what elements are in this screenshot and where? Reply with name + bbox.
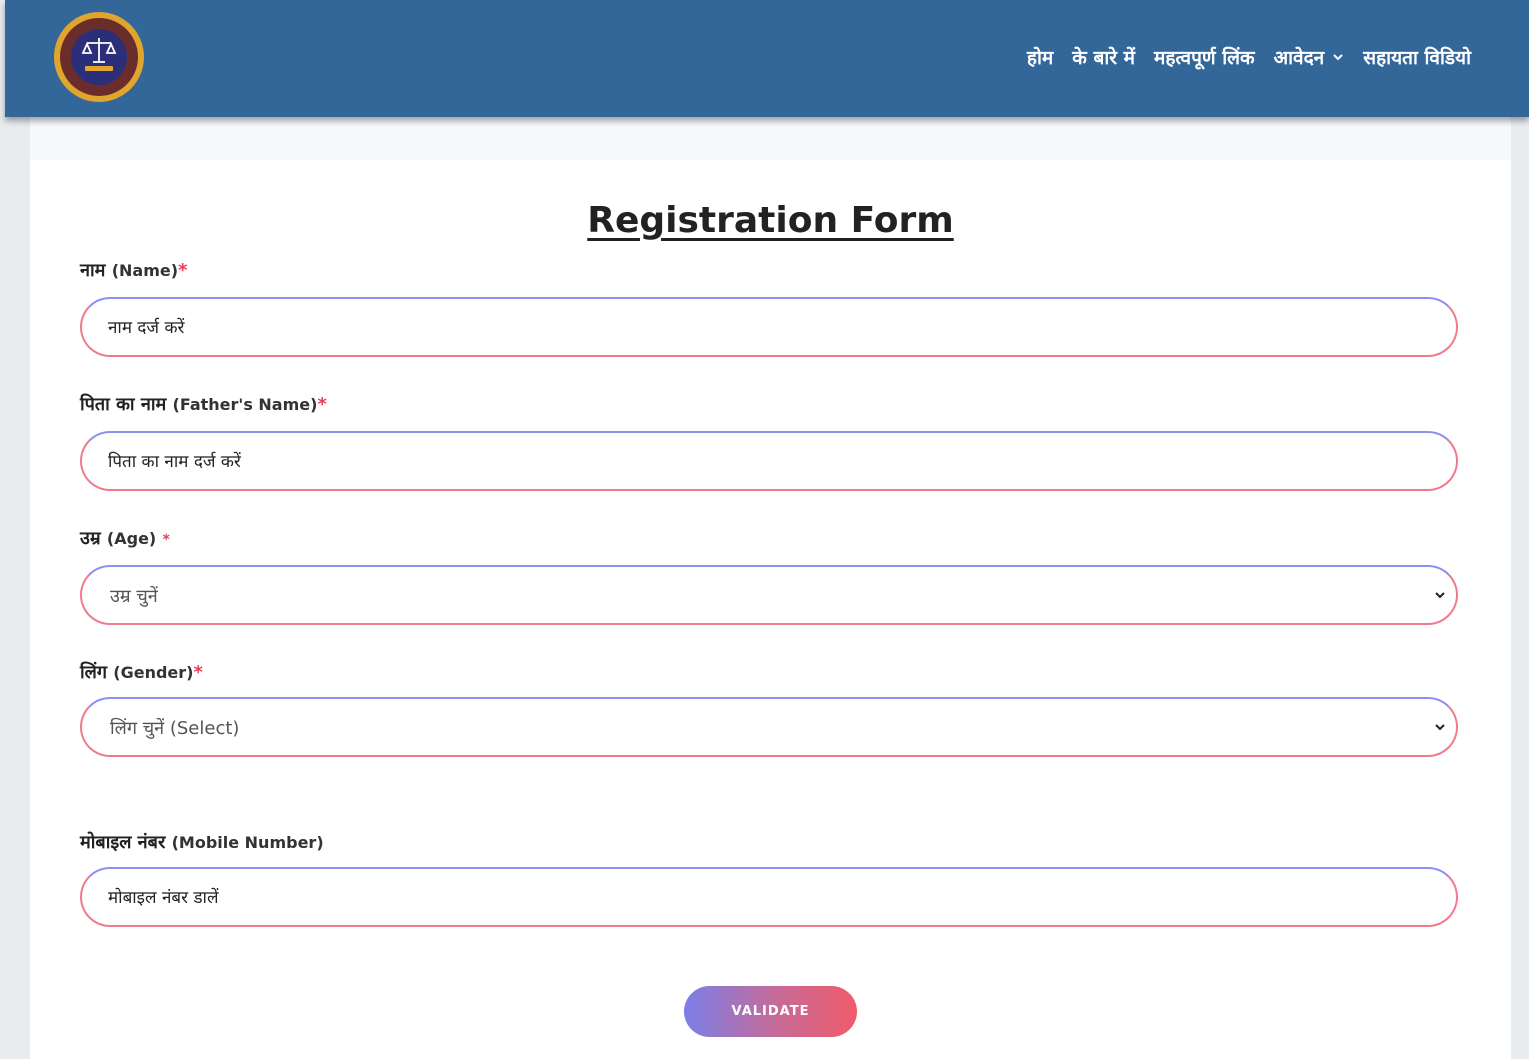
name-input[interactable] xyxy=(106,299,1430,357)
name-label: नाम (Name)* xyxy=(80,258,187,282)
main-nav: होम के बारे में महत्वपूर्ण लिंक आवेदन सह… xyxy=(1027,44,1471,70)
required-marker: * xyxy=(317,394,327,415)
name-label-en: (Name) xyxy=(111,261,179,280)
age-select-value: उम्र चुनें xyxy=(110,586,158,607)
gender-label-hi: लिंग xyxy=(80,662,107,683)
nav-application-dropdown[interactable]: आवेदन xyxy=(1274,44,1345,70)
father-name-label-hi: पिता का नाम xyxy=(80,394,167,415)
father-name-label: पिता का नाम (Father's Name)* xyxy=(80,392,327,416)
nav-application-label: आवेदन xyxy=(1273,47,1325,69)
mobile-field[interactable] xyxy=(80,867,1458,927)
top-navbar: होम के बारे में महत्वपूर्ण लिंक आवेदन सह… xyxy=(5,0,1529,117)
required-marker: * xyxy=(178,260,188,281)
father-name-label-en: (Father's Name) xyxy=(172,395,318,414)
age-label-en: (Age) xyxy=(106,529,157,548)
chevron-down-icon xyxy=(1435,592,1445,599)
father-name-input[interactable] xyxy=(106,433,1430,491)
gender-select[interactable]: लिंग चुनें (Select) xyxy=(80,697,1458,757)
chevron-down-icon xyxy=(1435,724,1445,731)
father-name-field[interactable] xyxy=(80,431,1458,491)
registration-card: Registration Form नाम (Name)* पिता का ना… xyxy=(30,160,1511,1059)
page-title: Registration Form xyxy=(587,200,954,241)
panel-header-strip xyxy=(30,117,1511,160)
nav-home[interactable]: होम xyxy=(1027,44,1053,70)
nav-help-videos[interactable]: सहायता विडियो xyxy=(1363,44,1471,70)
chevron-down-icon xyxy=(1333,54,1343,61)
emblem-logo[interactable] xyxy=(53,11,145,103)
mobile-label-hi: मोबाइल नंबर xyxy=(80,832,166,853)
mobile-label: मोबाइल नंबर (Mobile Number) xyxy=(80,830,324,854)
name-label-hi: नाम xyxy=(80,260,106,281)
required-marker: * xyxy=(162,532,170,548)
age-select[interactable]: उम्र चुनें xyxy=(80,565,1458,625)
name-field[interactable] xyxy=(80,297,1458,357)
gender-label: लिंग (Gender)* xyxy=(80,660,203,684)
age-label-hi: उम्र xyxy=(80,528,101,549)
nav-important-links[interactable]: महत्वपूर्ण लिंक xyxy=(1154,44,1255,70)
nav-about[interactable]: के बारे में xyxy=(1072,44,1135,70)
gender-select-value: लिंग चुनें (Select) xyxy=(110,718,240,739)
validate-button[interactable]: VALIDATE xyxy=(684,986,857,1037)
required-marker: * xyxy=(193,662,203,683)
mobile-label-en: (Mobile Number) xyxy=(171,833,324,852)
gender-label-en: (Gender) xyxy=(113,663,194,682)
mobile-input[interactable] xyxy=(106,869,1430,927)
age-label: उम्र (Age) * xyxy=(80,526,170,550)
